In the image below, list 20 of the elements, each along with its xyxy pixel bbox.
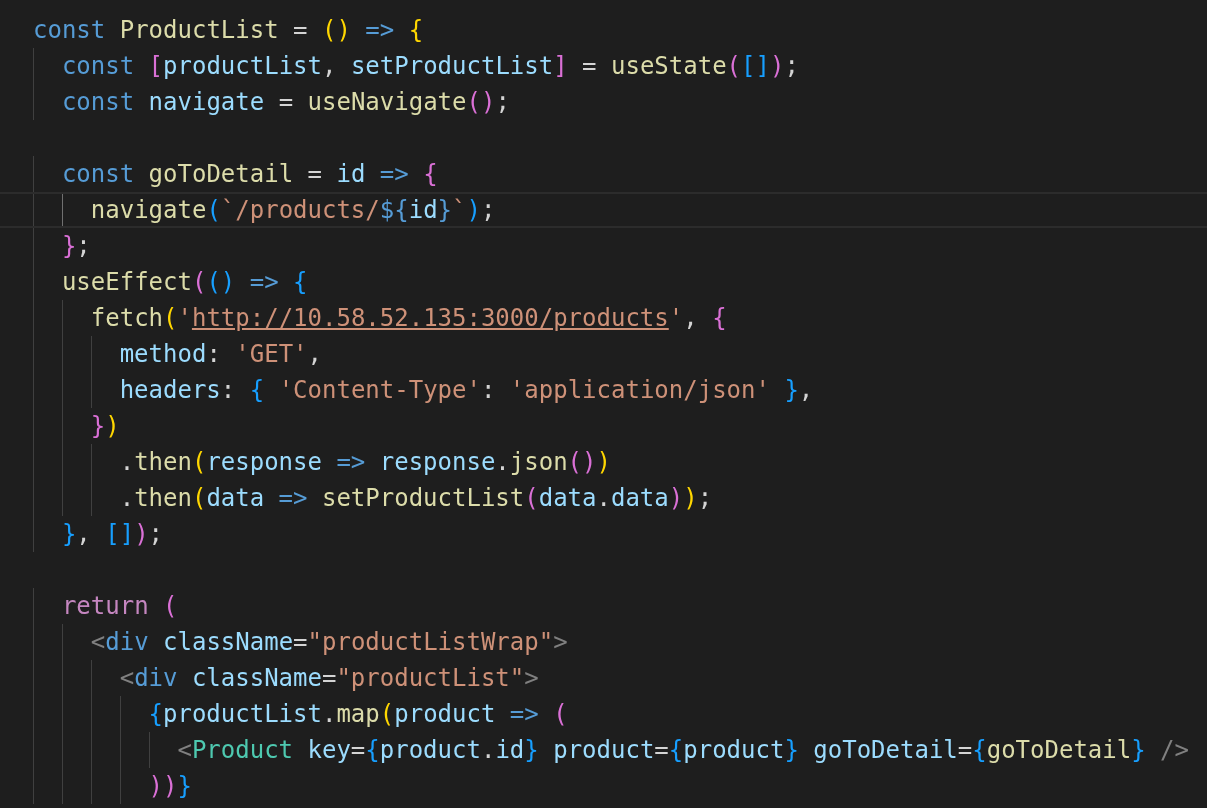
code-line: const ProductList = () => {: [32, 15, 425, 46]
code-line: method: 'GET',: [0, 336, 1207, 372]
code-line: headers: { 'Content-Type': 'application/json' },: [0, 372, 1207, 408]
code-line: const navigate = useNavigate();: [0, 84, 1207, 120]
code-line: return (: [0, 588, 1207, 624]
code-line: <div className="productListWrap">: [0, 624, 1207, 660]
code-line: }, []);: [0, 516, 1207, 552]
code-line: fetch('http://10.58.52.135:3000/products', {: [0, 300, 1207, 336]
code-line: }): [0, 408, 1207, 444]
code-line: ))}: [0, 768, 1207, 804]
code-line: .then(response => response.json()): [0, 444, 1207, 480]
code-line: const [productList, setProductList] = useState([]);: [0, 48, 1207, 84]
code-line: const goToDetail = id => {: [0, 156, 1207, 192]
code-line: useEffect(() => {: [0, 264, 1207, 300]
code-line: .then(data => setProductList(data.data));: [0, 480, 1207, 516]
code-line: navigate(`/products/${id}`);: [0, 192, 1207, 228]
code-line: <div className="productList">: [0, 660, 1207, 696]
code-line: };: [0, 228, 1207, 264]
code-line: <Product key={product.id} product={product} goToDetail={goToDetail} />: [0, 732, 1207, 768]
code-line: {productList.map(product => (: [0, 696, 1207, 732]
